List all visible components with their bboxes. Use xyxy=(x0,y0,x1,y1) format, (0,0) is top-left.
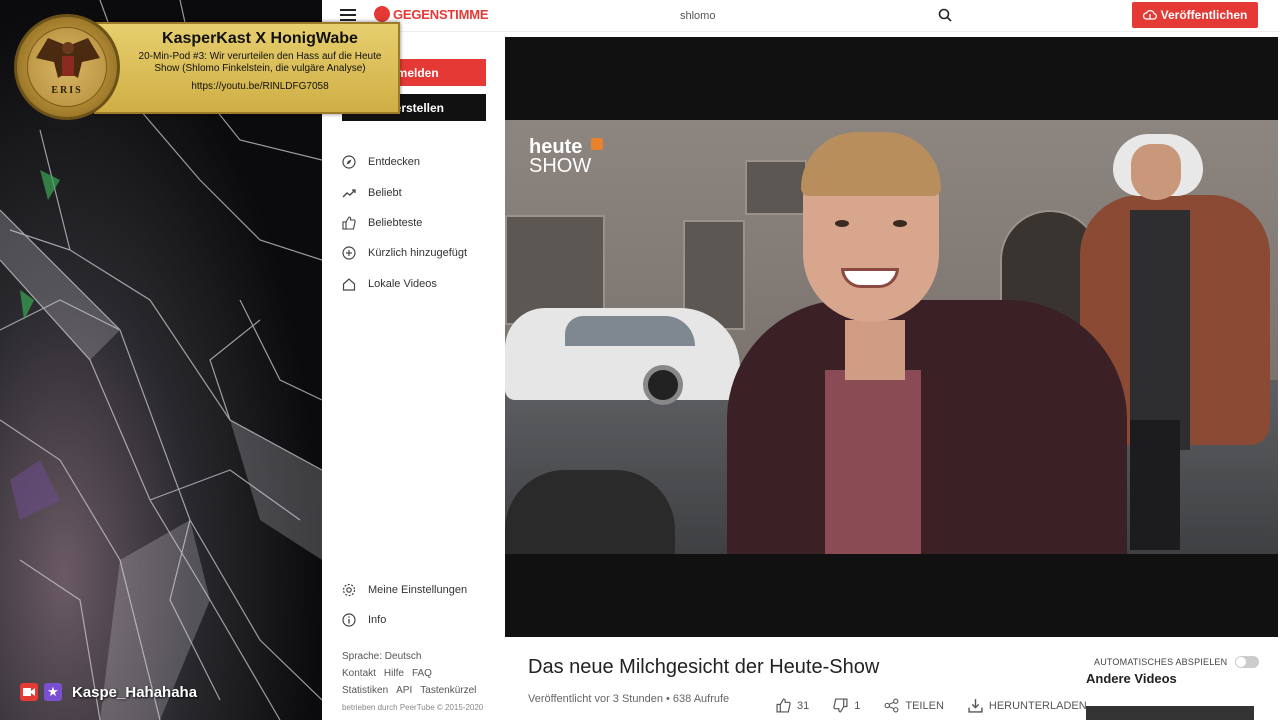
sidebar-item-label: Lokale Videos xyxy=(368,278,437,290)
thumbs-up-icon xyxy=(776,698,791,713)
sidebar-item-einstellungen[interactable]: Meine Einstellungen xyxy=(342,580,467,600)
presenter-shirt xyxy=(825,370,921,554)
sidebar-footer: Sprache: Deutsch Kontakt Hilfe FAQ Statist… xyxy=(342,648,484,716)
site-logo-text: GEGENSTIMME xyxy=(393,6,489,22)
search-icon[interactable] xyxy=(938,8,952,22)
top-bar: GEGENSTIMME shlomo Veröffentlichen xyxy=(322,0,1280,32)
footer-link-hilfe[interactable]: Hilfe xyxy=(384,668,404,679)
footer-link-statistiken[interactable]: Statistiken xyxy=(342,685,388,696)
like-button[interactable]: 31 xyxy=(776,698,809,713)
video-actions: 31 1 TEILEN HERUNTERLADEN xyxy=(776,698,1087,713)
video-player[interactable]: heute SHOW xyxy=(505,37,1278,637)
upload-cloud-icon xyxy=(1142,9,1157,20)
presenter-eye xyxy=(835,220,849,227)
podcast-subtitle: 20-Min-Pod #3: Wir verurteilen den Hass … xyxy=(138,51,382,74)
info-icon xyxy=(342,613,356,627)
peertube-page: GEGENSTIMME shlomo Veröffentlichen nmeld… xyxy=(322,0,1280,720)
star-icon: ★ xyxy=(44,683,62,701)
share-label: TEILEN xyxy=(905,699,944,712)
sidebar-item-lokale-videos[interactable]: Lokale Videos xyxy=(342,274,437,294)
podcast-url: https://youtu.be/RINLDFG7058 xyxy=(191,81,329,92)
sidebar-item-label: Kürzlich hinzugefügt xyxy=(368,247,468,259)
sidebar-item-info[interactable]: Info xyxy=(342,610,386,630)
like-count: 31 xyxy=(797,699,810,712)
home-icon xyxy=(342,278,356,291)
baroque-figure-legs xyxy=(1130,420,1180,550)
search-input[interactable]: shlomo xyxy=(680,10,715,22)
sidebar-item-label: Meine Einstellungen xyxy=(368,584,468,596)
sidebar-item-label: Beliebt xyxy=(368,187,402,199)
publish-label: Veröffentlichen xyxy=(1160,8,1248,22)
sidebar-item-label: Entdecken xyxy=(368,156,420,168)
publish-button[interactable]: Veröffentlichen xyxy=(1132,2,1258,28)
autoplay-toggle[interactable] xyxy=(1235,656,1260,668)
plus-circle-icon xyxy=(342,246,356,260)
podcast-banner-overlay: KasperKast X HonigWabe 20-Min-Pod #3: Wi… xyxy=(14,14,402,120)
compass-icon xyxy=(342,155,356,169)
language-selector[interactable]: Sprache: Deutsch xyxy=(342,648,484,665)
heute-show-logo: heute SHOW xyxy=(529,137,603,177)
stream-username: Kaspe_Hahahaha xyxy=(72,683,198,701)
trending-icon xyxy=(342,189,356,198)
video-meta: Veröffentlicht vor 3 Stunden • 638 Aufru… xyxy=(528,693,730,705)
autoplay-label: AUTOMATISCHES ABSPIELEN xyxy=(1094,657,1228,667)
sidebar-item-beliebteste[interactable]: Beliebteste xyxy=(342,213,422,233)
zdf-badge-icon xyxy=(591,138,603,150)
baroque-figure-vest xyxy=(1130,210,1190,450)
presenter-neck xyxy=(845,320,905,380)
winged-figure-icon xyxy=(36,38,100,78)
footer-link-kontakt[interactable]: Kontakt xyxy=(342,668,376,679)
footer-links-row-2: Statistiken API Tastenkürzel xyxy=(342,682,484,699)
dislike-count: 1 xyxy=(854,699,861,712)
download-icon xyxy=(968,699,983,713)
gear-icon xyxy=(342,583,356,597)
search-box[interactable]: shlomo xyxy=(672,6,952,26)
footer-link-api[interactable]: API xyxy=(396,685,412,696)
recommended-video-thumbnail[interactable] xyxy=(1086,706,1254,720)
download-button[interactable]: HERUNTERLADEN xyxy=(968,698,1087,713)
sidebar-item-entdecken[interactable]: Entdecken xyxy=(342,152,420,172)
sidebar-item-label: Beliebteste xyxy=(368,217,423,229)
stream-user-tag: ★ Kaspe_Hahahaha xyxy=(20,683,197,701)
footer-links-row-1: Kontakt Hilfe FAQ xyxy=(342,665,484,682)
share-icon xyxy=(884,698,899,713)
sidebar-item-label: Info xyxy=(368,614,387,626)
sidebar-item-beliebt[interactable]: Beliebt xyxy=(342,183,402,203)
building-window xyxy=(745,160,807,215)
medallion-text: ERIS xyxy=(51,85,83,96)
presenter-eye xyxy=(893,220,907,227)
dislike-button[interactable]: 1 xyxy=(833,698,860,713)
powered-by-peertube[interactable]: betrieben durch PeerTube © 2015-2020 xyxy=(342,699,484,716)
thumbs-up-icon xyxy=(342,216,356,230)
share-button[interactable]: TEILEN xyxy=(884,698,944,713)
thumbs-down-icon xyxy=(833,698,848,713)
presenter-jacket xyxy=(727,300,1127,554)
autoplay-toggle-row: AUTOMATISCHES ABSPIELEN xyxy=(1094,656,1260,668)
podcast-banner: KasperKast X HonigWabe 20-Min-Pod #3: Wi… xyxy=(94,22,400,114)
car-window xyxy=(565,316,695,346)
eris-medallion-logo: ERIS xyxy=(14,14,120,120)
car-wheel xyxy=(643,365,683,405)
sidebar: nmelden o erstellen Entdecken Beliebt Be… xyxy=(322,32,505,720)
download-label: HERUNTERLADEN xyxy=(988,699,1087,712)
camera-icon xyxy=(20,683,38,701)
footer-link-faq[interactable]: FAQ xyxy=(412,668,432,679)
video-title: Das neue Milchgesicht der Heute-Show xyxy=(528,656,880,678)
screen: ★ Kaspe_Hahahaha GEGENSTIMME shlomo Verö… xyxy=(0,0,1280,720)
podcast-title: KasperKast X HonigWabe xyxy=(162,30,358,47)
heute-logo-line2: SHOW xyxy=(529,155,592,177)
footer-link-tastenkuerzel[interactable]: Tastenkürzel xyxy=(420,685,476,696)
sidebar-item-kuerzlich[interactable]: Kürzlich hinzugefügt xyxy=(342,243,467,263)
dark-car xyxy=(505,470,675,554)
other-videos-heading: Andere Videos xyxy=(1086,671,1177,686)
baroque-figure-face xyxy=(1131,144,1181,200)
video-frame: heute SHOW xyxy=(505,120,1278,554)
